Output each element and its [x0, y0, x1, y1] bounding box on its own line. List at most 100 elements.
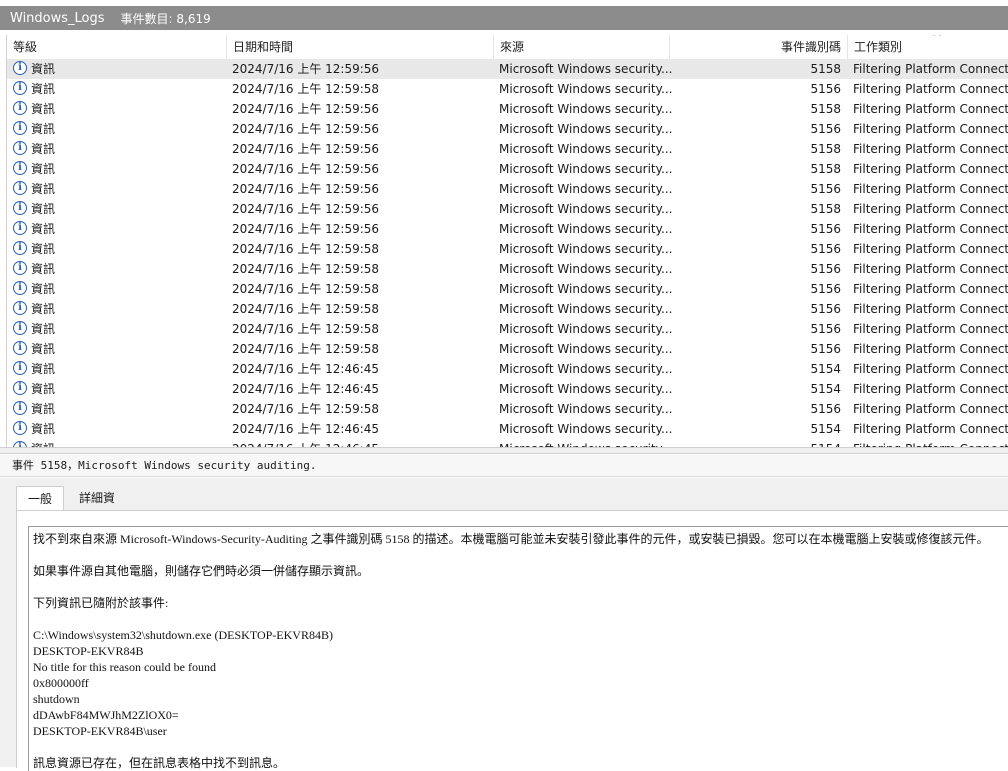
cell-level: 資訊	[31, 302, 56, 316]
column-header-category[interactable]: 工作類別	[847, 35, 1008, 59]
cell-datetime: 2024/7/16 上午 12:59:56	[232, 202, 380, 216]
table-row[interactable]: i 資訊 2024/7/16 上午 12:59:56 Microsoft Window…	[7, 179, 1008, 199]
cell-category: Filtering Platform Connection	[853, 439, 1008, 447]
general-tab-panel: 找不到來自來源 Microsoft-Windows-Security-Audit…	[16, 510, 1008, 771]
event-detail-title: 事件 5158，Microsoft Windows security audit…	[0, 455, 1008, 477]
info-icon: i	[13, 301, 27, 315]
column-header-source[interactable]: 來源	[493, 35, 669, 59]
event-list[interactable]: 等級 日期和時間 來源 事件識別碼 工作類別 ^ i 資訊 2024/7/16 上午…	[6, 35, 1008, 447]
description-line: dDAwbF84MWJhM2ZlOX0=	[33, 708, 179, 722]
table-row[interactable]: i資訊2024/7/16 上午 12:46:45Microsoft Window…	[7, 419, 1008, 439]
cell-source: Microsoft Windows security...	[499, 439, 674, 447]
table-row[interactable]: i 資訊 2024/7/16 上午 12:59:56 Microsoft Window…	[7, 119, 1008, 139]
cell-source: Microsoft Windows security...	[499, 262, 673, 276]
info-icon: i	[13, 201, 27, 215]
description-line: DESKTOP-EKVR84B\user	[33, 724, 167, 738]
cell-datetime: 2024/7/16 上午 12:59:56	[232, 162, 380, 176]
cell-datetime: 2024/7/16 上午 12:46:45	[232, 439, 492, 447]
table-row[interactable]: i資訊2024/7/16 上午 12:46:45Microsoft Window…	[7, 379, 1008, 399]
info-icon: i	[13, 341, 27, 355]
table-row[interactable]: i 資訊 2024/7/16 上午 12:59:56 Microsoft Window…	[7, 199, 1008, 219]
cell-event-id: 5154	[675, 439, 841, 447]
tab-general[interactable]: 一般	[16, 486, 64, 511]
cell-category: Filtering Platform Connection	[853, 122, 1008, 136]
info-icon: i	[13, 121, 27, 135]
table-row[interactable]: i資訊2024/7/16 上午 12:46:45Microsoft Window…	[7, 359, 1008, 379]
pane-splitter[interactable]	[0, 447, 1008, 454]
cell-event-id: 5156	[810, 82, 841, 96]
description-line: 訊息資源已存在，但在訊息表格中找不到訊息。	[33, 756, 286, 770]
cell-category: Filtering Platform Connection	[853, 102, 1008, 116]
description-line: shutdown	[33, 692, 80, 706]
table-row[interactable]: i 資訊 2024/7/16 上午 12:59:58 Microsoft Window…	[7, 239, 1008, 259]
cell-event-id: 5158	[810, 142, 841, 156]
table-row[interactable]: i資訊2024/7/16 上午 12:46:45Microsoft Window…	[7, 439, 1008, 447]
table-row[interactable]: i 資訊 2024/7/16 上午 12:59:56 Microsoft Window…	[7, 219, 1008, 239]
table-row[interactable]: i 資訊 2024/7/16 上午 12:59:58 Microsoft Window…	[7, 319, 1008, 339]
cell-level: 資訊	[31, 262, 56, 276]
cell-source: Microsoft Windows security...	[499, 162, 673, 176]
description-line: 下列資訊已隨附於該事件:	[33, 596, 169, 610]
cell-datetime: 2024/7/16 上午 12:59:58	[232, 242, 380, 256]
table-row[interactable]: i 資訊 2024/7/16 上午 12:59:58 Microsoft Window…	[7, 79, 1008, 99]
cell-source: Microsoft Windows security...	[499, 62, 673, 76]
cell-source: Microsoft Windows security...	[499, 282, 673, 296]
table-row[interactable]: i 資訊 2024/7/16 上午 12:59:58 Microsoft Window…	[7, 299, 1008, 319]
description-line: DESKTOP-EKVR84B	[33, 644, 144, 658]
column-header-datetime[interactable]: 日期和時間	[226, 35, 493, 59]
cell-category: Filtering Platform Connection	[853, 222, 1008, 236]
table-row[interactable]: i 資訊 2024/7/16 上午 12:59:56 Microsoft Window…	[7, 59, 1008, 79]
sort-up-icon: ^	[932, 35, 943, 44]
cell-source: Microsoft Windows security...	[499, 222, 673, 236]
table-row[interactable]: i 資訊 2024/7/16 上午 12:59:58 Microsoft Window…	[7, 399, 1008, 419]
description-line: No title for this reason could be found	[33, 660, 216, 674]
cell-level: 資訊	[31, 142, 56, 156]
cell-level: 資訊	[31, 202, 56, 216]
table-row[interactable]: i 資訊 2024/7/16 上午 12:59:58 Microsoft Window…	[7, 259, 1008, 279]
cell-datetime: 2024/7/16 上午 12:59:56	[232, 182, 380, 196]
info-icon: i	[13, 221, 27, 235]
tab-details[interactable]: 詳細資料	[66, 486, 128, 529]
cell-source: Microsoft Windows security...	[499, 202, 673, 216]
description-line: 找不到來自來源 Microsoft-Windows-Security-Audit…	[33, 532, 989, 546]
cell-level: 資訊	[31, 362, 56, 376]
log-name: Windows_Logs	[10, 10, 105, 26]
cell-datetime: 2024/7/16 上午 12:59:56	[232, 122, 380, 136]
info-icon: i	[13, 181, 27, 195]
table-row[interactable]: i 資訊 2024/7/16 上午 12:59:58 Microsoft Window…	[7, 339, 1008, 359]
cell-event-id: 5154	[810, 422, 841, 436]
cell-category: Filtering Platform Connection	[853, 402, 1008, 416]
cell-datetime: 2024/7/16 上午 12:59:58	[232, 302, 380, 316]
column-header-event-id[interactable]: 事件識別碼	[669, 35, 847, 59]
column-header-level[interactable]: 等級	[7, 35, 226, 59]
event-description[interactable]: 找不到來自來源 Microsoft-Windows-Security-Audit…	[28, 526, 1008, 771]
cell-level: 資訊	[31, 282, 56, 296]
description-line	[33, 579, 1005, 595]
info-icon: i	[13, 241, 27, 255]
cell-category: Filtering Platform Connection	[853, 202, 1008, 216]
cell-level: 資訊	[31, 439, 221, 447]
description-line: 0x800000ff	[33, 676, 89, 690]
cell-level: 資訊	[31, 422, 56, 436]
cell-level: 資訊	[31, 62, 56, 76]
cell-source: Microsoft Windows security...	[499, 82, 673, 96]
cell-category: Filtering Platform Connection	[853, 182, 1008, 196]
cell-datetime: 2024/7/16 上午 12:59:56	[232, 102, 380, 116]
cell-datetime: 2024/7/16 上午 12:59:56	[232, 62, 380, 76]
cell-datetime: 2024/7/16 上午 12:46:45	[232, 422, 380, 436]
table-row[interactable]: i 資訊 2024/7/16 上午 12:59:56 Microsoft Window…	[7, 139, 1008, 159]
cell-level: 資訊	[31, 122, 56, 136]
table-row[interactable]: i 資訊 2024/7/16 上午 12:59:56 Microsoft Window…	[7, 99, 1008, 119]
cell-level: 資訊	[31, 162, 56, 176]
cell-event-id: 5158	[810, 62, 841, 76]
cell-event-id: 5156	[810, 342, 841, 356]
description-line: C:\Windows\system32\shutdown.exe (DESKTO…	[33, 628, 333, 642]
table-row[interactable]: i 資訊 2024/7/16 上午 12:59:58 Microsoft Window…	[7, 279, 1008, 299]
cell-source: Microsoft Windows security...	[499, 102, 673, 116]
cell-category: Filtering Platform Connection	[853, 422, 1008, 436]
table-row[interactable]: i 資訊 2024/7/16 上午 12:59:56 Microsoft Window…	[7, 159, 1008, 179]
event-count: 事件數目: 8,619	[120, 11, 211, 26]
info-icon: i	[13, 281, 27, 295]
cell-event-id: 5156	[810, 242, 841, 256]
cell-level: 資訊	[31, 182, 56, 196]
